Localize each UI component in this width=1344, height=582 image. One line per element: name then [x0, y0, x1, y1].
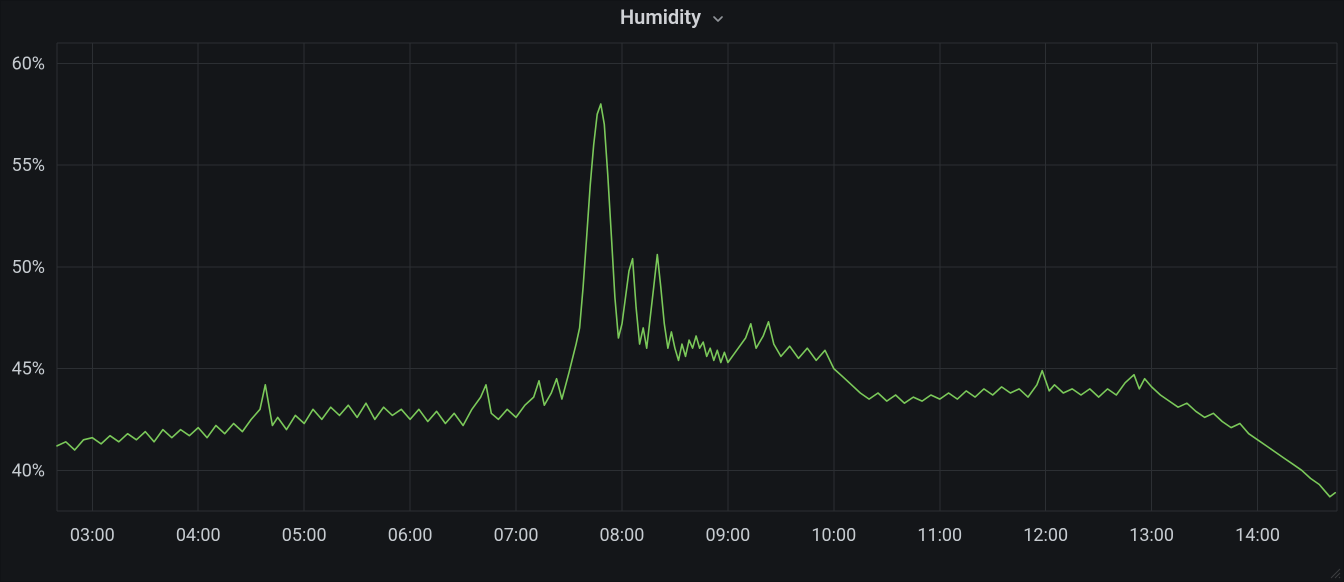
chart-svg: 40% 45% 50% 55% 60% 03:00 04:00 05:00 06:00 07:00… [1, 1, 1344, 582]
y-tick-label: 40% [12, 460, 45, 481]
x-tick-label: 12:00 [1023, 525, 1068, 546]
x-tick-label: 10:00 [811, 525, 856, 546]
x-tick-label: 05:00 [282, 525, 327, 546]
y-tick-label: 55% [12, 155, 45, 176]
y-grid: 40% 45% 50% 55% 60% [12, 53, 1337, 481]
series-line [57, 104, 1335, 497]
x-tick-label: 03:00 [70, 525, 115, 546]
x-tick-label: 11:00 [917, 525, 962, 546]
x-tick-label: 14:00 [1235, 525, 1280, 546]
x-tick-label: 08:00 [600, 525, 645, 546]
chart-plot-area[interactable]: 40% 45% 50% 55% 60% 03:00 04:00 05:00 06:00 07:00… [1, 1, 1343, 581]
x-tick-label: 07:00 [494, 525, 539, 546]
y-tick-label: 60% [12, 53, 45, 74]
y-tick-label: 45% [12, 359, 45, 380]
x-tick-label: 09:00 [705, 525, 750, 546]
x-tick-label: 06:00 [388, 525, 433, 546]
x-tick-label: 04:00 [176, 525, 221, 546]
chart-panel: Humidity 40%45%50%55%60%03:0004:0005:000… [0, 0, 1344, 582]
y-tick-label: 50% [12, 257, 45, 278]
x-tick-label: 13:00 [1129, 525, 1174, 546]
resize-handle-icon[interactable] [1329, 567, 1341, 579]
